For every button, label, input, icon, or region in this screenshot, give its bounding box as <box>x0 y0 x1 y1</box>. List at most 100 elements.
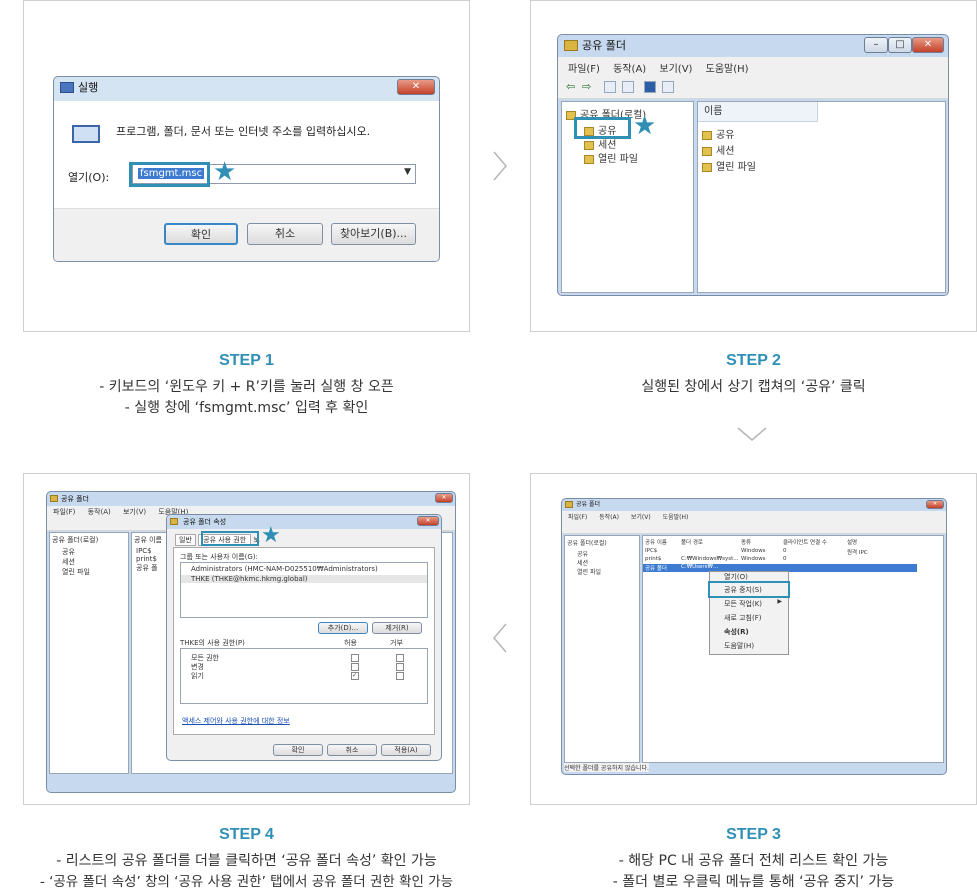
menu-action[interactable]: 동작(A) <box>599 514 619 521</box>
shares-highlight <box>574 117 631 139</box>
ok-button[interactable]: 확인 <box>273 744 323 756</box>
name-column-header[interactable]: 이름 <box>698 102 818 122</box>
show-tree-icon[interactable] <box>604 81 616 93</box>
permissions-help-link[interactable]: 액세스 제어와 사용 권한에 대한 정보 <box>182 716 290 726</box>
user-item[interactable]: THKE (THKE@hkmc.hkmg.global) <box>181 575 427 583</box>
export-icon[interactable] <box>622 81 634 93</box>
tree-item-sessions[interactable]: 세션 <box>565 558 639 567</box>
window-title: 공유 폴더 <box>582 39 626 52</box>
table-cell: 0 <box>783 548 787 554</box>
menu-item-help[interactable]: 도움말(H) <box>710 639 788 653</box>
help-icon[interactable] <box>644 81 656 93</box>
tree-root[interactable]: 공유 폴더(로컬) <box>565 536 639 549</box>
step4-panel: 공유 폴더 ✕ 파일(F) 동작(A) 보기(V) 도움말(H) 공유 폴더(로… <box>23 473 470 805</box>
list-item-sessions[interactable]: 세션 <box>702 142 734 157</box>
cancel-button[interactable]: 취소 <box>327 744 377 756</box>
allow-checkbox[interactable] <box>351 663 359 671</box>
menu-view[interactable]: 보기(V) <box>659 64 692 75</box>
permissions-tab-page: 그룹 또는 사용자 이름(G): Administrators (HMC-NAM… <box>173 547 435 735</box>
step4-line-2: - ‘공유 폴더 속성’ 창의 ‘공유 사용 권한’ 탭에서 공유 폴더 권한 … <box>39 874 454 890</box>
allow-checkbox-checked[interactable]: ✓ <box>351 672 359 680</box>
ok-button[interactable]: 확인 <box>164 223 238 245</box>
apply-button[interactable]: 적용(A) <box>381 744 431 756</box>
menu-file[interactable]: 파일(F) <box>568 514 587 521</box>
open-label: 열기(O): <box>68 171 110 184</box>
step2-line-1: 실행된 창에서 상기 캡쳐의 ‘공유’ 클릭 <box>641 379 866 395</box>
allow-checkbox[interactable] <box>351 654 359 662</box>
list-item-shares[interactable]: 공유 <box>702 126 734 141</box>
table-cell[interactable]: print$ <box>645 556 661 562</box>
menu-file[interactable]: 파일(F) <box>53 508 75 516</box>
col-share-name[interactable]: 공유 이름 <box>645 538 667 546</box>
close-button[interactable]: ✕ <box>417 516 439 526</box>
close-button[interactable]: ✕ <box>435 493 453 503</box>
folder-icon <box>50 495 58 502</box>
close-button[interactable]: ✕ <box>912 37 944 53</box>
menu-help[interactable]: 도움말(H) <box>663 514 689 521</box>
col-description[interactable]: 설명 <box>847 538 857 546</box>
tree-item-sessions[interactable]: 세션 <box>50 557 128 567</box>
deny-header: 거부 <box>390 639 403 647</box>
list-item-open-files[interactable]: 열린 파일 <box>702 158 756 173</box>
minimize-button[interactable]: – <box>864 37 888 53</box>
table-cell[interactable]: IPC$ <box>645 548 657 554</box>
tree-pane: 공유 폴더(로컬) 공유 세션 열린 파일 <box>564 535 640 763</box>
user-item[interactable]: Administrators (HMC-NAM-D025510₩Administ… <box>181 563 427 575</box>
tree-item-open-files[interactable]: 열린 파일 <box>584 150 638 165</box>
close-button[interactable]: ✕ <box>397 79 435 95</box>
tree-item-shares[interactable]: 공유 <box>50 547 128 557</box>
submenu-arrow-icon: ▶ <box>777 598 782 605</box>
menu-item-all-tasks[interactable]: 모든 작업(K) <box>710 597 788 611</box>
step1-line-2: - 실행 창에 ‘fsmgmt.msc’ 입력 후 확인 <box>124 400 369 416</box>
properties-dialog: 공유 폴더 속성 ✕ 일반 공유 사용 권한 보 ★ 그룹 또는 사용자 이름(… <box>166 514 442 761</box>
menu-help[interactable]: 도움말(H) <box>706 64 749 75</box>
star-icon: ★ <box>633 111 657 141</box>
menu-view[interactable]: 보기(V) <box>123 508 146 516</box>
tree-item-open-files[interactable]: 열린 파일 <box>50 567 128 577</box>
menu-view[interactable]: 보기(V) <box>631 514 651 521</box>
tab-general[interactable]: 일반 <box>175 534 196 546</box>
maximize-button[interactable]: □ <box>888 37 912 53</box>
cancel-button[interactable]: 취소 <box>247 223 323 245</box>
folder-icon <box>584 140 594 150</box>
step4-title: STEP 4 <box>219 826 274 843</box>
col-client-connections[interactable]: 클라이언트 연결 수 <box>783 538 827 546</box>
tree-root[interactable]: 공유 폴더(로컬) <box>50 533 128 547</box>
status-bar: 선택한 폴더를 공유하지 않습니다. <box>564 763 649 772</box>
deny-checkbox[interactable] <box>396 663 404 671</box>
group-label: 그룹 또는 사용자 이름(G): <box>180 553 258 561</box>
col-type[interactable]: 종류 <box>741 538 751 546</box>
permission-label: THKE의 사용 권한(P) <box>180 639 245 647</box>
step3-line-1: - 해당 PC 내 공유 폴더 전체 리스트 확인 가능 <box>618 853 889 869</box>
browse-button[interactable]: 찾아보기(B)... <box>331 223 416 245</box>
menu-action[interactable]: 동작(A) <box>88 508 111 516</box>
properties-icon[interactable] <box>662 81 674 93</box>
table-cell: Windows <box>741 556 766 562</box>
shared-folders-window: 공유 폴더 – □ ✕ 파일(F) 동작(A) 보기(V) 도움말(H) ⇦ ⇨… <box>557 34 949 296</box>
deny-checkbox[interactable] <box>396 654 404 662</box>
tree-item-open-files[interactable]: 열린 파일 <box>565 567 639 576</box>
col-folder-path[interactable]: 폴더 경로 <box>681 538 703 546</box>
window-title: 공유 폴더 <box>576 501 600 508</box>
star-icon: ★ <box>261 523 281 548</box>
menu-item-refresh[interactable]: 새로 고침(F) <box>710 611 788 625</box>
step2-panel: 공유 폴더 – □ ✕ 파일(F) 동작(A) 보기(V) 도움말(H) ⇦ ⇨… <box>530 0 977 332</box>
step3-line-2: - 폴더 별로 우클릭 메뉴를 통해 ‘공유 중지’ 가능 <box>612 874 895 890</box>
menu-action[interactable]: 동작(A) <box>613 64 646 75</box>
back-icon[interactable]: ⇦ <box>566 80 575 93</box>
menu-item-properties[interactable]: 속성(R) <box>710 625 788 639</box>
add-button[interactable]: 추가(D)... <box>318 622 368 634</box>
chevron-down-icon[interactable]: ▼ <box>404 167 411 177</box>
step1-line-1: - 키보드의 ‘윈도우 키 + R’키를 눌러 실행 창 오픈 <box>99 379 394 395</box>
step2-title: STEP 2 <box>726 352 781 369</box>
allow-header: 허용 <box>344 639 357 647</box>
forward-icon[interactable]: ⇨ <box>582 80 591 93</box>
remove-button[interactable]: 제거(R) <box>372 622 422 634</box>
run-prompt: 프로그램, 폴더, 문서 또는 인터넷 주소를 입력하십시오. <box>116 125 371 138</box>
chevron-left-icon <box>493 623 507 653</box>
menu-file[interactable]: 파일(F) <box>568 64 600 75</box>
deny-checkbox[interactable] <box>396 672 404 680</box>
table-cell: 원격 IPC <box>847 550 868 556</box>
close-button[interactable]: ✕ <box>926 500 944 509</box>
tree-item-shares[interactable]: 공유 <box>565 549 639 558</box>
